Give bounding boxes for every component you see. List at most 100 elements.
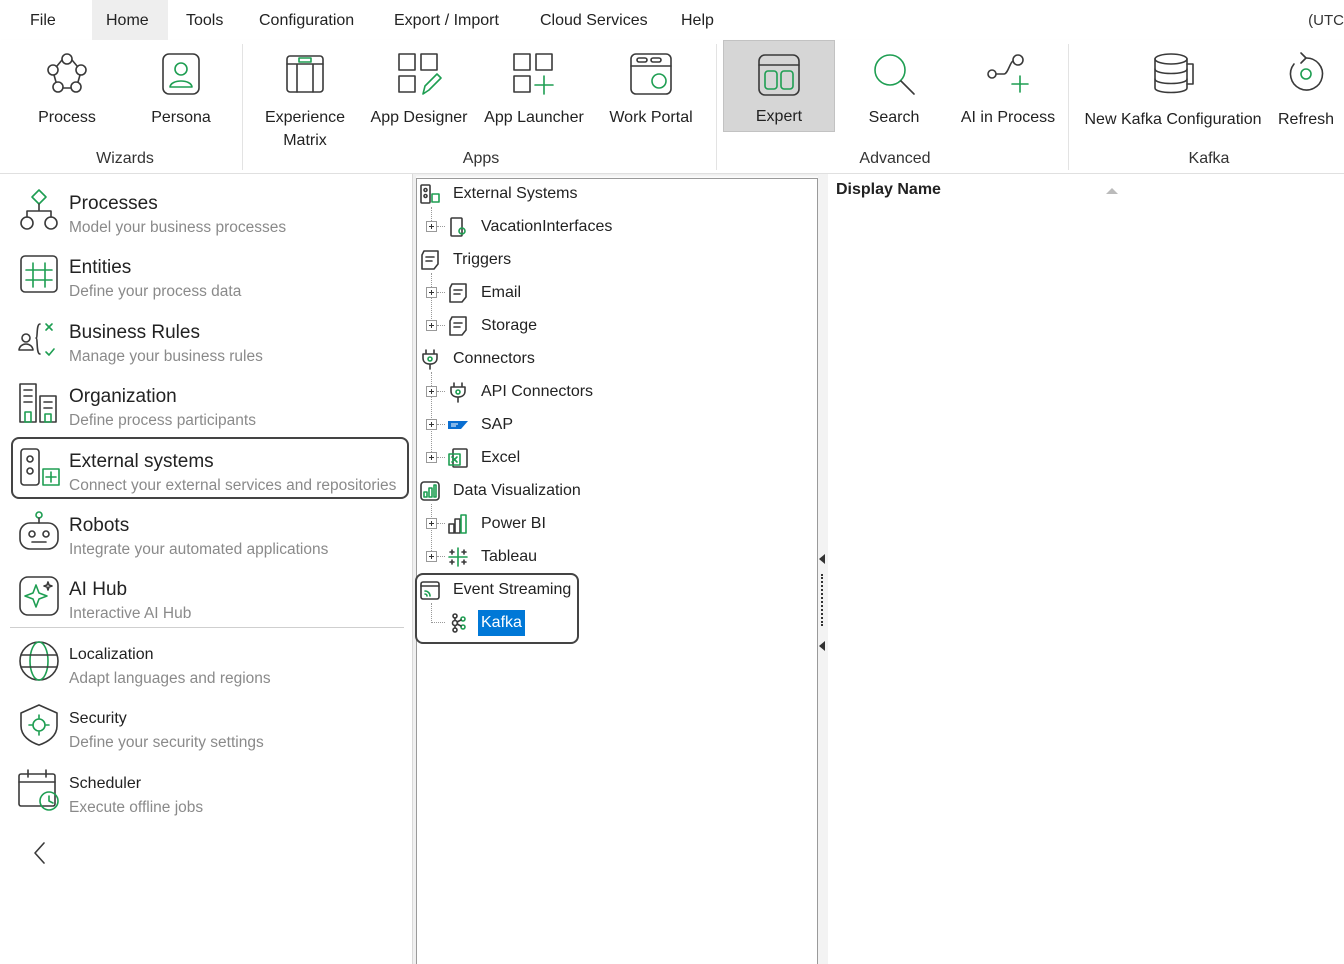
tableau-icon [447, 546, 469, 568]
nav-item-localization[interactable]: Localization Adapt languages and regions [14, 630, 410, 692]
expand-toggle[interactable] [426, 419, 437, 430]
work-portal-icon [627, 50, 675, 98]
tree-line [437, 556, 445, 557]
menu-configuration[interactable]: Configuration [245, 0, 368, 40]
tree-line [437, 226, 445, 227]
expand-toggle[interactable] [426, 320, 437, 331]
ai-in-process-button[interactable]: AI in Process [954, 40, 1062, 140]
menu-cloud-services[interactable]: Cloud Services [526, 0, 662, 40]
ribbon: Process Persona Wizards Experience Matrix… [0, 40, 1344, 174]
persona-icon [157, 50, 205, 98]
tree-line [437, 424, 445, 425]
menu-export-import[interactable]: Export / Import [380, 0, 513, 40]
excel-icon [447, 447, 469, 469]
menu-bar: File Home Tools Configuration Export / I… [0, 0, 1344, 40]
kafka-icon [447, 612, 469, 634]
bar-chart-icon [419, 480, 441, 502]
expand-toggle[interactable] [426, 452, 437, 463]
nav-item-business-rules[interactable]: Business Rules Manage your business rule… [14, 308, 410, 370]
plug-icon [447, 381, 469, 403]
nav-item-robots[interactable]: Robots Integrate your automated applicat… [14, 501, 410, 563]
persona-wizard-button[interactable]: Persona [136, 40, 226, 140]
tree-line [431, 504, 432, 557]
menu-file[interactable]: File [16, 0, 70, 40]
business-rules-icon [16, 316, 62, 362]
apps-group-label: Apps [462, 150, 500, 167]
ai-in-process-icon [984, 50, 1032, 98]
panel-splitter[interactable] [818, 174, 828, 964]
plug-icon [419, 348, 441, 370]
event-streaming-icon [419, 579, 441, 601]
splitter-grip [821, 574, 823, 626]
collapse-arrow-icon [819, 554, 825, 564]
sap-logo-icon [447, 414, 469, 436]
nav-item-external-systems[interactable]: External systems Connect your external s… [11, 437, 409, 499]
triggers-icon [419, 249, 441, 271]
expert-icon [755, 51, 803, 99]
ribbon-separator [1068, 44, 1069, 170]
tree-line [431, 273, 432, 325]
search-icon [870, 50, 918, 98]
localization-icon [16, 638, 62, 684]
process-wizard-button[interactable]: Process [22, 40, 112, 140]
processes-icon [16, 187, 62, 233]
chevron-left-icon [34, 842, 45, 864]
refresh-button[interactable]: Refresh [1270, 40, 1342, 140]
expand-toggle[interactable] [426, 386, 437, 397]
ribbon-separator [716, 44, 717, 170]
expand-toggle[interactable] [426, 221, 437, 232]
external-systems-icon [419, 183, 441, 205]
experience-matrix-icon [281, 50, 329, 98]
kafka-group-label: Kafka [1188, 150, 1230, 167]
column-header-display-name[interactable]: Display Name [836, 181, 941, 199]
ai-hub-icon [16, 573, 62, 619]
process-wizard-icon [43, 50, 91, 98]
storage-trigger-icon [447, 315, 469, 337]
interface-icon [447, 216, 469, 238]
refresh-icon [1282, 50, 1330, 98]
nav-item-processes[interactable]: Processes Model your business processes [14, 179, 410, 241]
new-kafka-configuration-button[interactable]: New Kafka Configuration [1076, 40, 1270, 140]
nav-item-organization[interactable]: Organization Define process participants [14, 372, 410, 434]
expert-button[interactable]: Expert [723, 40, 835, 132]
tree-line [437, 325, 445, 326]
external-systems-icon [17, 445, 63, 491]
app-designer-icon [395, 50, 443, 98]
navigation-panel: Processes Model your business processes … [0, 174, 412, 964]
tree-line [437, 391, 445, 392]
sort-ascending-icon[interactable] [1106, 188, 1118, 194]
menu-help[interactable]: Help [667, 0, 728, 40]
nav-item-security[interactable]: Security Define your security settings [14, 694, 410, 756]
collapse-panel-button[interactable] [28, 838, 52, 868]
menu-tools[interactable]: Tools [172, 0, 237, 40]
scheduler-icon [16, 767, 62, 813]
nav-item-ai-hub[interactable]: AI Hub Interactive AI Hub [14, 565, 410, 627]
expand-toggle[interactable] [426, 551, 437, 562]
nav-item-scheduler[interactable]: Scheduler Execute offline jobs [14, 759, 410, 821]
ribbon-separator [242, 44, 243, 170]
wizards-group-label: Wizards [96, 150, 154, 167]
nav-item-entities[interactable]: Entities Define your process data [14, 243, 410, 305]
work-portal-button[interactable]: Work Portal [600, 40, 702, 140]
nav-divider [10, 627, 404, 628]
database-icon [1149, 50, 1197, 98]
app-designer-button[interactable]: App Designer [366, 40, 472, 140]
tree-line [437, 523, 445, 524]
search-button[interactable]: Search [846, 40, 942, 140]
timezone-label: (UTC [1308, 12, 1344, 29]
experience-matrix-button[interactable]: Experience Matrix [258, 40, 352, 150]
app-launcher-button[interactable]: App Launcher [480, 40, 588, 140]
expand-toggle[interactable] [426, 287, 437, 298]
expand-toggle[interactable] [426, 518, 437, 529]
organization-icon [16, 380, 62, 426]
menu-home[interactable]: Home [92, 0, 168, 40]
app-launcher-icon [510, 50, 558, 98]
tree-panel: External Systems VacationInterfaces Trig… [415, 178, 818, 964]
robots-icon [16, 509, 62, 555]
details-grid: Display Name [828, 174, 1344, 964]
entities-icon [16, 251, 62, 297]
tree-line [437, 457, 445, 458]
security-icon [16, 702, 62, 748]
tree-line [431, 372, 432, 458]
tree-line [437, 292, 445, 293]
